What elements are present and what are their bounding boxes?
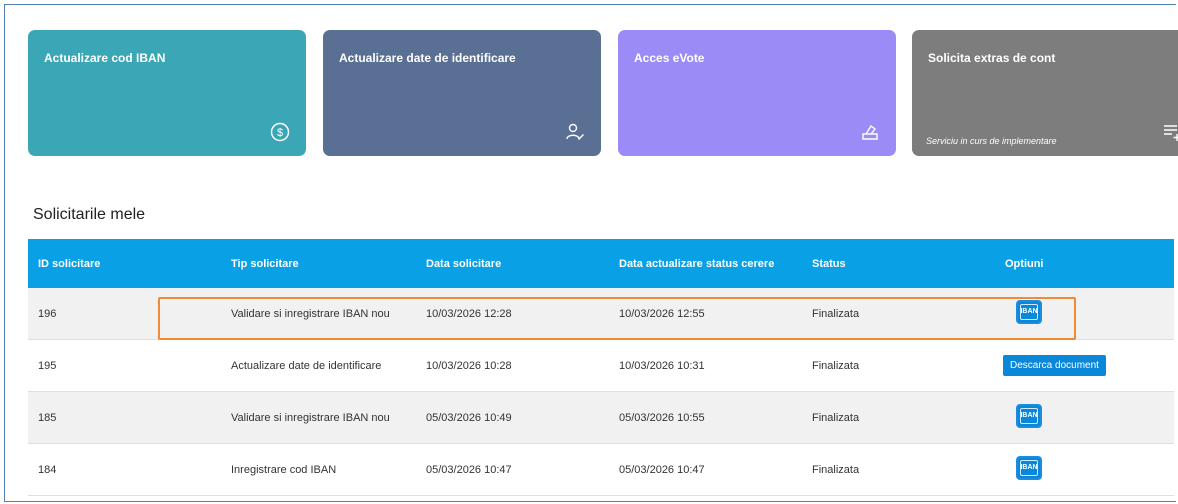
table-row: 185 Validare si inregistrare IBAN nou 05… <box>28 391 1174 444</box>
header-type: Tip solicitare <box>231 257 299 270</box>
cell-type: Inregistrare cod IBAN <box>231 443 426 496</box>
requests-table: ID solicitare Tip solicitare Data solici… <box>28 239 1174 496</box>
cell-options: IBAN <box>1005 391 1174 444</box>
cell-options: IBAN <box>1005 288 1174 340</box>
iban-button[interactable]: IBAN <box>1016 404 1042 428</box>
cell-type: Validare si inregistrare IBAN nou <box>231 288 426 340</box>
cell-options: IBAN <box>1005 443 1174 496</box>
cell-updated: 10/03/2026 10:31 <box>619 339 812 392</box>
card-title: Actualizare cod IBAN <box>44 51 166 65</box>
cell-updated: 10/03/2026 12:55 <box>619 288 812 340</box>
iban-button[interactable]: IBAN <box>1016 300 1042 324</box>
cell-id: 196 <box>28 288 231 340</box>
section-title: Solicitarile mele <box>33 206 146 223</box>
header-status: Status <box>812 257 846 270</box>
iban-icon: IBAN <box>1020 412 1038 419</box>
header-options: Optiuni <box>1005 257 1044 270</box>
card-evote[interactable]: Acces eVote <box>618 30 896 156</box>
user-edit-icon <box>566 123 584 140</box>
cell-type: Validare si inregistrare IBAN nou <box>231 391 426 444</box>
cell-date: 05/03/2026 10:47 <box>426 443 619 496</box>
card-update-identification[interactable]: Actualizare date de identificare <box>323 30 601 156</box>
cell-type: Actualizare date de identificare <box>231 339 426 392</box>
iban-icon: IBAN <box>1020 308 1038 315</box>
card-title: Actualizare date de identificare <box>339 51 516 65</box>
header-updated: Data actualizare status cerere <box>619 257 775 270</box>
table-row: 184 Inregistrare cod IBAN 05/03/2026 10:… <box>28 443 1174 496</box>
add-list-icon <box>1164 125 1178 141</box>
card-title: Acces eVote <box>634 51 705 65</box>
table-header-row: ID solicitare Tip solicitare Data solici… <box>28 239 1174 288</box>
card-update-iban[interactable]: Actualizare cod IBAN $ <box>28 30 306 156</box>
iban-icon: IBAN <box>1020 464 1038 471</box>
header-id: ID solicitare <box>38 257 101 270</box>
cell-id: 195 <box>28 339 231 392</box>
cell-updated: 05/03/2026 10:47 <box>619 443 812 496</box>
cell-id: 184 <box>28 443 231 496</box>
table-row: 195 Actualizare date de identificare 10/… <box>28 339 1174 392</box>
cell-status: Finalizata <box>812 443 1005 496</box>
cell-updated: 05/03/2026 10:55 <box>619 391 812 444</box>
vote-box-icon <box>862 124 878 140</box>
cell-date: 10/03/2026 10:28 <box>426 339 619 392</box>
cell-date: 10/03/2026 12:28 <box>426 288 619 340</box>
header-date: Data solicitare <box>426 257 502 270</box>
card-title: Solicita extras de cont <box>928 51 1056 65</box>
cell-status: Finalizata <box>812 288 1005 340</box>
service-cards: Actualizare cod IBAN $ Actualizare date … <box>28 30 1178 156</box>
table-row: 196 Validare si inregistrare IBAN nou 10… <box>28 288 1174 340</box>
cell-id: 185 <box>28 391 231 444</box>
download-document-button[interactable]: Descarca document <box>1003 355 1106 376</box>
cell-status: Finalizata <box>812 391 1005 444</box>
card-account-statement[interactable]: Solicita extras de cont Serviciu in curs… <box>912 30 1178 156</box>
dollar-circle-icon: $ <box>270 122 290 142</box>
cell-date: 05/03/2026 10:49 <box>426 391 619 444</box>
svg-text:$: $ <box>277 127 283 139</box>
cell-options: Descarca document <box>1003 339 1174 392</box>
card-note: Serviciu in curs de implementare <box>926 136 1057 146</box>
iban-button[interactable]: IBAN <box>1016 456 1042 480</box>
cell-status: Finalizata <box>812 339 1005 392</box>
